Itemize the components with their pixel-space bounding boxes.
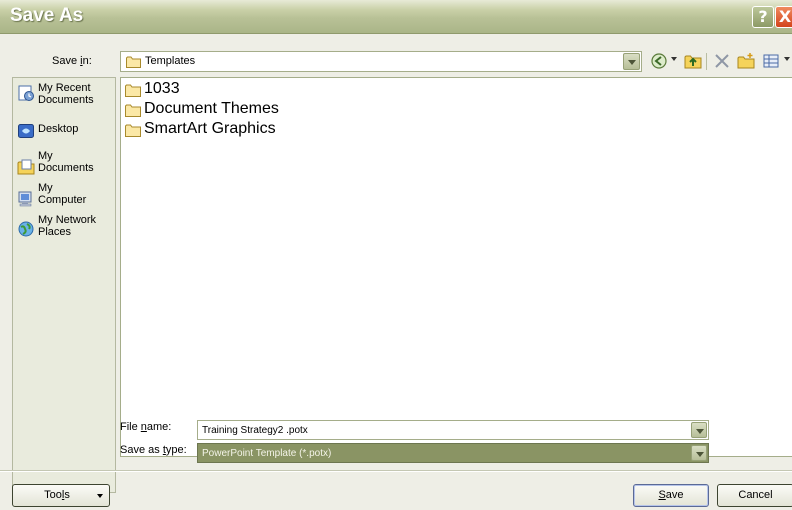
help-button[interactable]: ? [752,6,774,28]
cancel-button[interactable]: Cancel [717,484,792,507]
place-label-line2: Computer [38,194,87,206]
title-bar[interactable]: Save As ? X [0,0,792,34]
file-name-value: Training Strategy2 .potx [202,425,308,436]
new-folder-icon[interactable] [737,52,755,70]
network-places-icon [18,221,34,237]
file-name: 1033 [144,80,180,97]
save-as-type-value: PowerPoint Template (*.potx) [202,448,332,459]
place-my-network-places[interactable]: My Network Places [17,214,115,244]
chevron-down-icon[interactable] [623,53,640,70]
chevron-down-icon [97,494,103,498]
save-as-type-dropdown[interactable]: PowerPoint Template (*.potx) [197,443,709,463]
delete-icon[interactable] [713,52,731,70]
toolbar-separator [706,53,707,70]
my-computer-icon [18,191,32,207]
views-dropdown-icon[interactable] [784,57,790,61]
file-name-label: File name: [120,421,172,433]
save-in-label: Save in: [52,55,92,67]
file-name: SmartArt Graphics [144,120,276,137]
place-label-line2: Places [38,226,72,238]
views-icon[interactable] [762,52,780,70]
tools-button[interactable]: Tools [12,484,110,507]
place-desktop[interactable]: Desktop [17,120,115,142]
folder-icon [126,56,141,68]
place-label-line1: My [38,150,53,162]
back-icon[interactable] [650,52,668,70]
desktop-icon [18,124,34,138]
place-my-recent-documents[interactable]: My Recent Documents [17,82,115,112]
place-label-line1: My Network [38,214,97,226]
place-label-line1: Desktop [38,123,79,135]
save-in-dropdown[interactable]: Templates [120,51,642,72]
dialog-body: Save in: Templates My Recent Documents D… [0,34,792,510]
folder-icon [125,84,141,97]
file-list[interactable]: 1033 Document Themes SmartArt Graphics [120,77,792,457]
place-my-computer[interactable]: My Computer [17,182,115,212]
place-label-line1: My [38,182,53,194]
back-dropdown-icon[interactable] [671,57,677,61]
place-label-line2: Documents [38,162,94,174]
places-bar: My RecentDocuments Desktop MyDocuments [12,77,116,493]
file-name: Document Themes [144,100,279,117]
place-label-line1: My Recent [38,82,91,94]
place-my-documents[interactable]: My Documents [17,150,115,180]
place-label-line2: Documents [38,94,94,106]
save-as-type-label: Save as type: [120,444,187,456]
recent-documents-icon [18,85,34,101]
up-one-level-icon[interactable] [684,52,702,70]
current-folder-value: Templates [145,55,196,67]
window-title: Save As [10,5,84,26]
chevron-down-icon[interactable] [691,445,707,461]
divider [0,470,792,472]
my-documents-icon [17,159,35,175]
save-button[interactable]: Save [633,484,709,507]
close-button[interactable]: X [775,6,792,28]
folder-icon [125,104,141,117]
file-name-input[interactable]: Training Strategy2 .potx [197,420,709,440]
folder-icon [125,124,141,137]
chevron-down-icon[interactable] [691,422,707,438]
